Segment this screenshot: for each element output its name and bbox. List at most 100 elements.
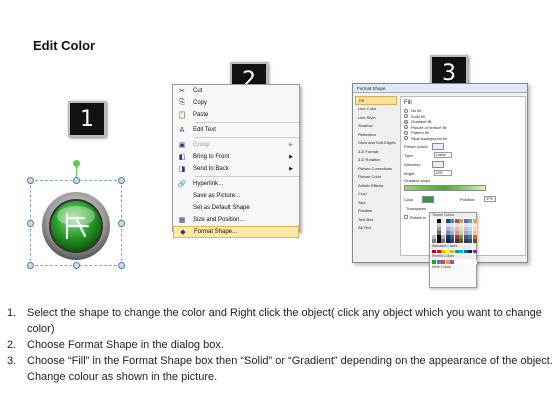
color-swatch[interactable] — [441, 260, 445, 264]
category-crop[interactable]: Crop — [355, 190, 397, 199]
color-swatch[interactable] — [436, 223, 441, 227]
angle-input[interactable]: 225° — [434, 170, 452, 176]
color-swatch[interactable] — [450, 231, 454, 235]
resize-handle[interactable] — [118, 220, 125, 227]
color-swatch[interactable] — [472, 235, 477, 239]
radio-button[interactable] — [404, 136, 408, 141]
color-swatch[interactable] — [468, 223, 472, 227]
menu-item-set-as-default-shape[interactable]: Set as Default Shape — [173, 202, 299, 214]
resize-handle[interactable] — [27, 177, 34, 184]
color-swatch[interactable] — [463, 227, 468, 231]
color-swatch[interactable] — [445, 260, 450, 264]
color-swatch[interactable] — [445, 249, 450, 253]
color-swatch[interactable] — [441, 223, 445, 227]
category-size[interactable]: Size — [355, 198, 397, 207]
color-swatch[interactable] — [472, 249, 477, 253]
color-dropdown[interactable] — [422, 195, 434, 203]
color-swatch[interactable] — [450, 249, 454, 253]
color-swatch[interactable] — [432, 219, 436, 223]
color-swatch[interactable] — [432, 231, 436, 235]
menu-item-bring-to-front[interactable]: ◧ Bring to Front ▶ — [173, 151, 299, 163]
color-swatch[interactable] — [436, 260, 441, 264]
color-swatch[interactable] — [445, 227, 450, 231]
color-swatch[interactable] — [472, 219, 477, 223]
category-position[interactable]: Position — [355, 207, 397, 216]
color-swatch[interactable] — [454, 239, 459, 243]
category-reflection[interactable]: Reflection — [355, 130, 397, 139]
color-swatch[interactable] — [436, 227, 441, 231]
color-swatch[interactable] — [450, 260, 454, 264]
category-3-d-format[interactable]: 3-D Format — [355, 147, 397, 156]
color-swatch[interactable] — [432, 249, 436, 253]
color-swatch[interactable] — [472, 231, 477, 235]
radio-button[interactable] — [404, 114, 408, 119]
color-swatch[interactable] — [459, 219, 463, 223]
color-swatch[interactable] — [441, 235, 445, 239]
color-swatch[interactable] — [445, 231, 450, 235]
color-swatch[interactable] — [472, 227, 477, 231]
color-swatch[interactable] — [436, 249, 441, 253]
menu-item-copy[interactable]: ⎘ Copy — [173, 97, 299, 109]
menu-item-group[interactable]: ▣ Group ▶ — [173, 139, 299, 151]
color-swatch[interactable] — [450, 235, 454, 239]
color-swatch[interactable] — [468, 235, 472, 239]
color-swatch[interactable] — [468, 249, 472, 253]
direction-dropdown[interactable] — [432, 160, 444, 168]
color-swatch[interactable] — [450, 219, 454, 223]
color-swatch[interactable] — [450, 223, 454, 227]
color-swatch[interactable] — [468, 231, 472, 235]
color-swatch[interactable] — [463, 260, 468, 264]
color-swatch[interactable] — [441, 249, 445, 253]
color-swatch[interactable] — [472, 223, 477, 227]
color-swatch[interactable] — [454, 260, 459, 264]
color-swatch[interactable] — [468, 227, 472, 231]
color-swatch[interactable] — [436, 239, 441, 243]
color-swatch[interactable] — [454, 219, 459, 223]
category-glow-and-soft-edges[interactable]: Glow and Soft Edges — [355, 139, 397, 148]
color-swatch[interactable] — [454, 235, 459, 239]
color-swatch[interactable] — [445, 223, 450, 227]
menu-item-edit-text[interactable]: A Edit Text — [173, 124, 299, 136]
gradient-stops-bar[interactable] — [404, 185, 486, 191]
color-swatch[interactable] — [454, 223, 459, 227]
radio-button[interactable] — [404, 108, 408, 113]
type-dropdown[interactable]: Linear — [434, 152, 452, 158]
color-swatch[interactable] — [454, 227, 459, 231]
resize-handle[interactable] — [73, 177, 80, 184]
menu-item-save-as-picture[interactable]: Save as Picture... — [173, 190, 299, 202]
radio-button[interactable] — [404, 119, 408, 124]
color-swatch[interactable] — [459, 260, 463, 264]
color-swatch[interactable] — [463, 235, 468, 239]
color-swatch[interactable] — [459, 227, 463, 231]
color-swatch[interactable] — [441, 231, 445, 235]
category-artistic-effects[interactable]: Artistic Effects — [355, 181, 397, 190]
selected-shape[interactable] — [27, 160, 125, 269]
fill-option-slide-background-fill[interactable]: Slide background fill — [404, 136, 522, 142]
color-swatch[interactable] — [445, 235, 450, 239]
position-input[interactable]: 37% — [484, 196, 496, 202]
color-swatch[interactable] — [454, 249, 459, 253]
color-swatch[interactable] — [463, 249, 468, 253]
color-swatch[interactable] — [436, 231, 441, 235]
color-swatch[interactable] — [445, 219, 450, 223]
radio-button[interactable] — [404, 125, 408, 130]
color-swatch[interactable] — [450, 239, 454, 243]
color-swatch[interactable] — [472, 239, 477, 243]
color-swatch[interactable] — [463, 223, 468, 227]
category-alt-text[interactable]: Alt Text — [355, 224, 397, 233]
menu-item-hyperlink[interactable]: 🔗 Hyperlink... — [173, 178, 299, 190]
color-swatch[interactable] — [468, 239, 472, 243]
color-swatch[interactable] — [459, 239, 463, 243]
color-swatch[interactable] — [450, 227, 454, 231]
color-swatch[interactable] — [468, 219, 472, 223]
color-swatch[interactable] — [463, 219, 468, 223]
color-swatch[interactable] — [436, 219, 441, 223]
category-picture-color[interactable]: Picture Color — [355, 173, 397, 182]
radio-button[interactable] — [404, 130, 408, 135]
color-swatch[interactable] — [463, 231, 468, 235]
color-swatch[interactable] — [441, 239, 445, 243]
rotate-checkbox[interactable] — [404, 215, 408, 219]
menu-item-paste[interactable]: 📋 Paste — [173, 109, 299, 121]
category-shadow[interactable]: Shadow — [355, 122, 397, 131]
color-swatch[interactable] — [432, 260, 436, 264]
